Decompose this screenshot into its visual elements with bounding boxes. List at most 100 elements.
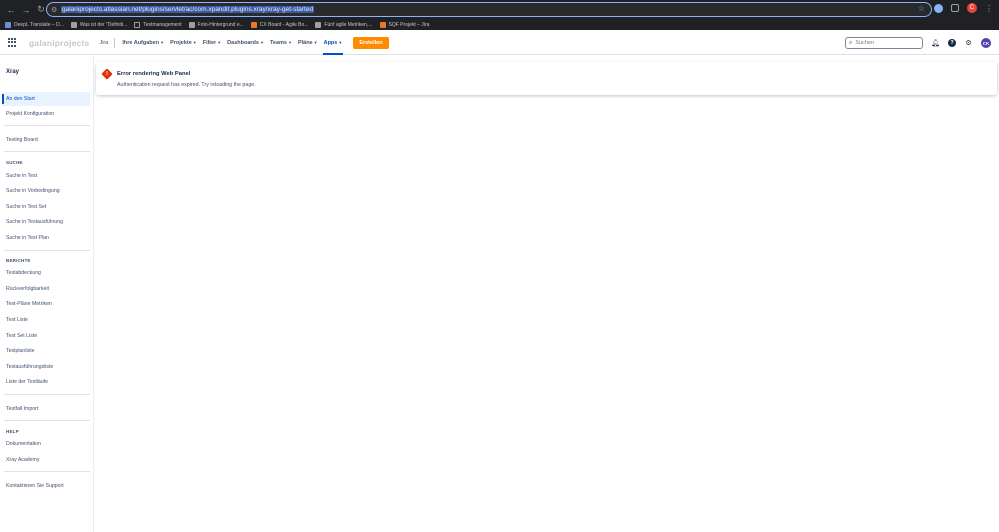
bookmark-label: Foto-Hintergrund e...: [197, 21, 244, 28]
deepl-icon: [5, 21, 11, 28]
bookmarks-bar: DeepL Translate – D... Was ist der "Defi…: [0, 19, 999, 30]
sidebar-divider: [4, 151, 90, 152]
bookmark-item[interactable]: CX Board - Agile Bo...: [250, 21, 309, 28]
menu-dashboards[interactable]: Dashboards ▼: [224, 31, 267, 55]
menu-ihre-aufgaben[interactable]: Ihre Aufgaben ▼: [119, 31, 167, 55]
jira-icon: [379, 21, 386, 28]
chevron-down-icon: ▼: [338, 40, 343, 45]
bookmark-label: Fünf agile Metriken,...: [324, 21, 373, 28]
site-logo[interactable]: galaniprojects: [29, 38, 89, 48]
search-input[interactable]: [855, 40, 916, 46]
chevron-down-icon: ▼: [217, 40, 222, 45]
bookmark-item[interactable]: Fünf agile Metriken,...: [315, 21, 373, 28]
menu-label: Ihre Aufgaben: [122, 39, 160, 46]
bookmark-star-icon[interactable]: ☆: [918, 4, 925, 13]
sidebar-item-testing-board[interactable]: Testing Board: [2, 133, 90, 147]
sidebar-item-suche-testausfuehrung[interactable]: Suche in Testausführung: [2, 215, 90, 229]
jira-icon: [250, 21, 257, 28]
bookmark-label: DeepL Translate – D...: [14, 21, 64, 28]
menu-teams[interactable]: Teams ▼: [267, 31, 295, 55]
forward-icon[interactable]: →: [20, 4, 32, 16]
header-divider: [114, 37, 116, 48]
menu-label: Projekte: [170, 39, 192, 46]
menu-filter[interactable]: Filter ▼: [200, 31, 224, 55]
browser-menu-icon[interactable]: ⋮: [985, 4, 993, 13]
product-name[interactable]: Jira: [99, 40, 108, 46]
sidebar-heading-suche: SUCHE: [6, 160, 23, 165]
sidebar-heading-help: HELP: [6, 429, 19, 434]
main-menu: Ihre Aufgaben ▼ Projekte ▼ Filter ▼ Dashboa…: [119, 31, 345, 55]
create-button[interactable]: Erstellen: [353, 36, 389, 49]
url-text[interactable]: galaniprojects.atlassian.net/plugins/ser…: [61, 6, 315, 13]
sidebar-item-test-plaene-metriken[interactable]: Test-Pläne Metriken: [2, 297, 90, 311]
sidebar-item-dokumentation[interactable]: Dokumentation: [2, 437, 90, 451]
sidebar-divider: [4, 125, 90, 126]
sidebar-item-test-liste[interactable]: Test Liste: [2, 313, 90, 327]
back-icon[interactable]: ←: [5, 4, 17, 16]
chevron-down-icon: ▼: [313, 40, 318, 45]
page-icon: [315, 21, 322, 28]
sidebar-divider: [4, 250, 90, 251]
sidebar-item-suche-test[interactable]: Suche in Test: [2, 169, 90, 183]
avatar[interactable]: CK: [981, 38, 991, 48]
sidebar-item-an-den-start[interactable]: An den Start: [2, 92, 90, 106]
app-switcher-icon[interactable]: [8, 38, 17, 47]
bookmark-item[interactable]: DeepL Translate – D...: [5, 21, 64, 28]
sidebar-item-testausfuehrungsliste[interactable]: Testausführungsliste: [2, 360, 90, 374]
sidebar-item-suche-test-set[interactable]: Suche in Test Set: [2, 200, 90, 214]
page-icon: [70, 21, 77, 28]
scale-icon: [188, 21, 195, 28]
sidebar-item-projekt-konfiguration[interactable]: Projekt Konfiguration: [2, 107, 90, 121]
gear-icon[interactable]: ⚙: [964, 39, 973, 48]
chevron-down-icon: ▼: [287, 40, 292, 45]
sidebar-item-testabdeckung[interactable]: Testabdeckung: [2, 266, 90, 280]
sidebar-heading-berichte: BERICHTE: [6, 258, 31, 263]
menu-label: Filter: [202, 39, 217, 46]
error-title: Error rendering Web Panel: [117, 71, 191, 77]
address-bar[interactable]: ⚙ galaniprojects.atlassian.net/plugins/s…: [46, 2, 932, 17]
sidebar-item-rueckverfolgbarkeit[interactable]: Rückverfolgbarkeit: [2, 282, 90, 296]
sidebar-item-testplanliste[interactable]: Testplanliste: [2, 344, 90, 358]
site-info-icon[interactable]: ⚙: [51, 6, 61, 14]
menu-apps[interactable]: Apps ▼: [321, 31, 346, 55]
sidebar-item-testfall-import[interactable]: Testfall Import: [2, 402, 90, 416]
extension-icon[interactable]: [934, 3, 943, 13]
menu-plaene[interactable]: Pläne ▼: [295, 31, 321, 55]
search-icon: ⌕: [849, 39, 853, 46]
help-icon[interactable]: ?: [948, 39, 956, 47]
error-message: Authentication request has expired. Try …: [117, 82, 256, 88]
menu-projekte[interactable]: Projekte ▼: [167, 31, 200, 55]
menu-label: Pläne: [297, 39, 313, 46]
sidebar-divider: [4, 471, 90, 472]
notifications-icon[interactable]: 🔔︎: [931, 39, 940, 48]
menu-label: Teams: [269, 39, 287, 46]
chevron-down-icon: ▼: [192, 40, 197, 45]
bookmark-label: Was ist der "Definiti...: [79, 21, 128, 28]
menu-label: Apps: [323, 39, 338, 46]
sidebar-divider: [4, 420, 90, 421]
sidebar-divider: [4, 394, 90, 395]
sidebar-item-suche-vorbedingung[interactable]: Suche in Vorbedingung: [2, 184, 90, 198]
bookmark-item[interactable]: Was ist der "Definiti...: [70, 21, 128, 28]
xray-sidebar: Xray An den Start Projekt Konfiguration …: [0, 56, 94, 532]
bookmark-item[interactable]: Testmanagement: [134, 21, 182, 28]
jira-top-nav: galaniprojects Jira Ihre Aufgaben ▼ Proje…: [0, 31, 999, 55]
chevron-down-icon: ▼: [160, 40, 165, 45]
bookmark-item[interactable]: Foto-Hintergrund e...: [188, 21, 244, 28]
folder-icon: [134, 21, 141, 28]
profile-avatar[interactable]: C: [967, 3, 977, 13]
bookmark-label: Testmanagement: [143, 21, 182, 28]
side-panel-icon[interactable]: [951, 4, 959, 12]
error-icon: !: [101, 68, 113, 80]
sidebar-item-liste-der-testlaeufe[interactable]: Liste der Testläufe: [2, 375, 90, 389]
sidebar-item-test-set-liste[interactable]: Test Set Liste: [2, 329, 90, 343]
chevron-down-icon: ▼: [259, 40, 264, 45]
sidebar-item-xray-academy[interactable]: Xray Academy: [2, 453, 90, 467]
bookmark-item[interactable]: SQF Projekt – Jira: [379, 21, 429, 28]
search-box[interactable]: ⌕: [845, 37, 923, 49]
sidebar-item-support[interactable]: Kontaktieren Sie Support: [2, 479, 90, 493]
sidebar-item-suche-test-plan[interactable]: Suche in Test Plan: [2, 231, 90, 245]
sidebar-title: Xray: [6, 69, 20, 75]
error-panel: ! Error rendering Web Panel Authenticati…: [96, 62, 997, 95]
bookmark-label: CX Board - Agile Bo...: [259, 21, 309, 28]
